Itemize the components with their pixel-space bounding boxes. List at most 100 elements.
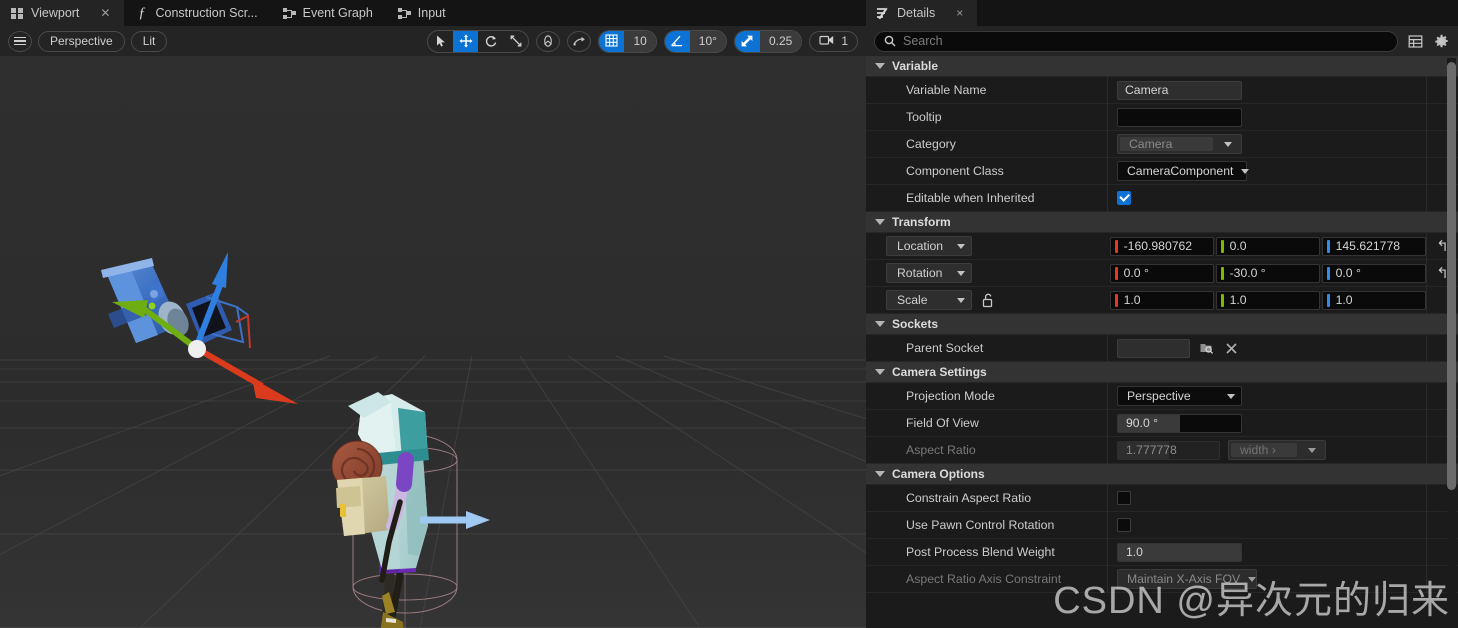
section-header-camera-settings[interactable]: Camera Settings <box>866 362 1458 383</box>
angle-snap-value[interactable]: 10° <box>689 30 726 52</box>
rotation-z-input[interactable]: 0.0 ° <box>1322 263 1427 283</box>
row-parent-socket: Parent Socket <box>866 334 1458 362</box>
projection-mode-value: Perspective <box>1127 389 1191 403</box>
tab-input[interactable]: Input <box>387 0 460 26</box>
editable-when-inherited-checkbox[interactable] <box>1117 191 1131 205</box>
chevron-down-icon <box>875 321 885 327</box>
row-location: Location -160.980762 0.0 145.621778 ↰ <box>866 232 1458 260</box>
grid-snap-icon <box>605 34 619 48</box>
field-of-view-slider[interactable]: 90.0 ° <box>1117 413 1242 433</box>
location-z-input[interactable]: 145.621778 <box>1322 236 1427 256</box>
viewport-menu-button[interactable] <box>8 30 32 52</box>
gear-button[interactable] <box>1433 33 1450 50</box>
tab-label: Input <box>417 6 446 20</box>
component-class-combo[interactable]: CameraComponent <box>1117 161 1250 181</box>
lighting-mode-button[interactable]: Lit <box>130 30 168 52</box>
scale-snap-group: 0.25 <box>733 29 803 53</box>
scale-z-input[interactable]: 1.0 <box>1322 290 1427 310</box>
scale-snap-toggle[interactable] <box>734 30 760 52</box>
scale-icon <box>509 34 523 48</box>
section-title: Variable <box>892 59 939 73</box>
section-header-variable[interactable]: Variable <box>866 56 1458 77</box>
category-value: Camera <box>1120 137 1213 151</box>
move-arrows-icon <box>459 34 473 48</box>
section-header-camera-options[interactable]: Camera Options <box>866 464 1458 485</box>
chevron-down-icon <box>875 63 885 69</box>
columns-button[interactable] <box>1407 33 1424 50</box>
tooltip-input[interactable] <box>1117 107 1242 127</box>
rotation-dropdown[interactable]: Rotation <box>886 263 972 283</box>
section-header-transform[interactable]: Transform <box>866 212 1458 233</box>
row-tooltip: Tooltip <box>866 103 1458 131</box>
world-axes-icon <box>541 34 555 48</box>
rotate-tool-button[interactable] <box>478 31 503 52</box>
parent-socket-input[interactable] <box>1117 338 1190 358</box>
tab-label: Construction Scr... <box>155 6 258 20</box>
rotate-icon <box>484 34 498 48</box>
row-aspect-ratio-axis-constraint: Aspect Ratio Axis Constraint Maintain X-… <box>866 565 1458 593</box>
cursor-icon <box>434 34 448 48</box>
axis-x-indicator <box>1115 293 1118 307</box>
move-tool-button[interactable] <box>453 30 479 52</box>
property-label: Aspect Ratio <box>866 436 1108 464</box>
location-y-input[interactable]: 0.0 <box>1216 236 1321 256</box>
property-label: Parent Socket <box>866 334 1108 362</box>
axis-z-indicator <box>1327 239 1330 253</box>
scale-snap-value[interactable]: 0.25 <box>759 30 802 52</box>
view-mode-button[interactable]: Perspective <box>38 30 125 52</box>
row-scale: Scale 1.0 1.0 1.0 <box>866 286 1458 314</box>
value: 0.0 ° <box>1335 266 1361 280</box>
search-input[interactable]: Search <box>874 30 1398 52</box>
tab-viewport[interactable]: Viewport ✕ <box>0 0 125 26</box>
tab-construction-script[interactable]: ƒ Construction Scr... <box>124 0 271 26</box>
grid-snap-toggle[interactable] <box>599 30 625 52</box>
viewport-3d-canvas[interactable] <box>0 56 866 628</box>
aspect-preset-value: width › <box>1231 443 1297 457</box>
scale-dropdown[interactable]: Scale <box>886 290 972 310</box>
use-pawn-control-rotation-checkbox[interactable] <box>1117 518 1131 532</box>
field-of-view-value: 90.0 ° <box>1126 416 1158 430</box>
value: -30.0 ° <box>1229 266 1266 280</box>
tab-details[interactable]: Details × <box>866 0 978 26</box>
scale-x-input[interactable]: 1.0 <box>1110 290 1215 310</box>
scale-tool-button[interactable] <box>503 31 528 52</box>
constrain-aspect-ratio-checkbox[interactable] <box>1117 491 1131 505</box>
unreal-blueprint-editor: Viewport ✕ ƒ Construction Scr... Event G… <box>0 0 1458 628</box>
row-editable-when-inherited: Editable when Inherited <box>866 184 1458 212</box>
section-header-sockets[interactable]: Sockets <box>866 314 1458 335</box>
chevron-down-icon[interactable] <box>1215 135 1241 153</box>
close-icon[interactable]: × <box>956 7 963 19</box>
close-icon[interactable]: ✕ <box>100 7 110 19</box>
unlock-ratio-icon[interactable] <box>982 293 995 308</box>
property-label: Location <box>897 239 944 253</box>
camera-speed-button[interactable]: 1 <box>809 30 858 52</box>
angle-snap-group: 10° <box>663 29 727 53</box>
location-dropdown[interactable]: Location <box>886 236 972 256</box>
rotation-x-input[interactable]: 0.0 ° <box>1110 263 1215 283</box>
details-scrollbar-thumb[interactable] <box>1447 62 1456 490</box>
rotation-y-input[interactable]: -30.0 ° <box>1216 263 1321 283</box>
surface-snap-button[interactable] <box>567 30 592 52</box>
variable-name-input[interactable]: Camera <box>1117 80 1242 100</box>
tab-event-graph[interactable]: Event Graph <box>272 0 387 26</box>
chevron-down-icon <box>875 219 885 225</box>
property-label: Field Of View <box>866 409 1108 437</box>
grid-snap-value[interactable]: 10 <box>624 30 656 52</box>
property-label: Rotation <box>897 266 943 280</box>
tab-label: Viewport <box>31 6 80 20</box>
location-x-input[interactable]: -160.980762 <box>1110 236 1215 256</box>
coord-space-button[interactable] <box>536 30 561 52</box>
post-process-blend-weight-slider[interactable]: 1.0 <box>1117 542 1242 562</box>
property-label: Tooltip <box>866 103 1108 131</box>
clear-icon[interactable] <box>1224 341 1239 356</box>
browse-socket-icon[interactable] <box>1199 340 1215 356</box>
function-icon: ƒ <box>138 4 146 21</box>
projection-mode-combo[interactable]: Perspective <box>1117 386 1242 406</box>
scale-y-input[interactable]: 1.0 <box>1216 290 1321 310</box>
camera-speed-value: 1 <box>841 34 848 48</box>
angle-snap-toggle[interactable] <box>664 30 690 52</box>
axis-y-indicator <box>1221 239 1224 253</box>
select-tool-button[interactable] <box>428 31 453 52</box>
search-placeholder: Search <box>903 34 943 48</box>
category-combo[interactable]: Camera <box>1117 134 1242 154</box>
